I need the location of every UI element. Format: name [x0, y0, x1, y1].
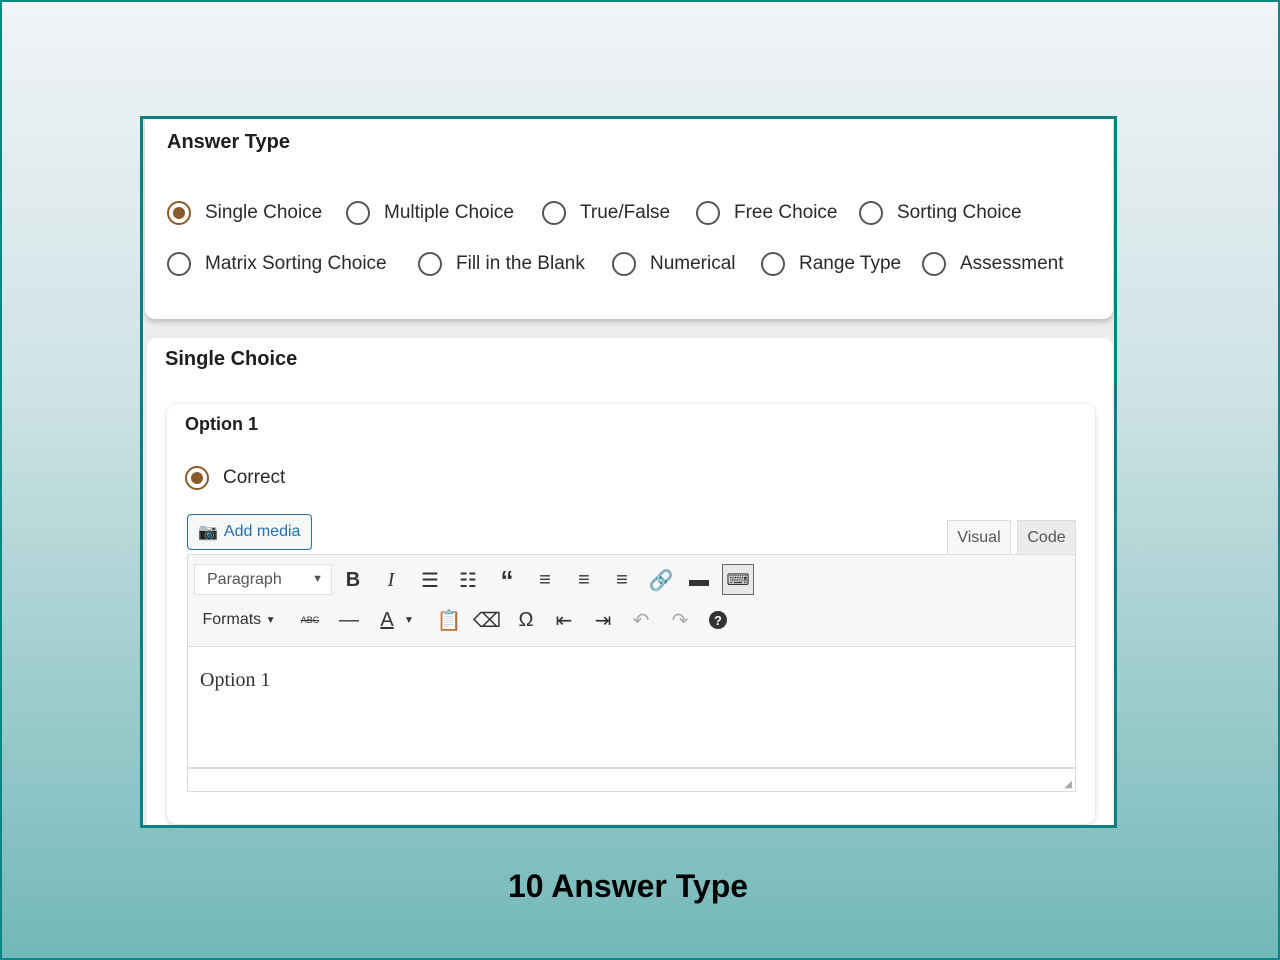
radio-fill-in-the-blank[interactable]: Fill in the Blank: [418, 252, 585, 276]
paste-text-icon[interactable]: 📋: [435, 606, 463, 634]
numbered-list-icon[interactable]: ☷: [454, 566, 482, 594]
horizontal-line-icon[interactable]: —: [335, 606, 363, 634]
radio-matrix-sorting-choice[interactable]: Matrix Sorting Choice: [167, 252, 387, 276]
editor-toolbar: Paragraph ▼ B I ☰ ☷ “ ≡ ≡ ≡ 🔗 ▬ ⌨ Formats…: [187, 554, 1076, 647]
radio-single-choice[interactable]: Single Choice: [167, 201, 322, 225]
option-card: Option 1 Correct 📷 Add media Visual Code …: [167, 404, 1095, 824]
correct-radio[interactable]: Correct: [185, 466, 285, 490]
option-title: Option 1: [185, 414, 258, 434]
formats-dropdown[interactable]: Formats ▼: [196, 606, 282, 634]
outdent-icon[interactable]: ⇤: [550, 606, 578, 634]
link-icon[interactable]: 🔗: [647, 566, 675, 594]
read-more-icon[interactable]: ▬: [685, 566, 713, 594]
radio-range-type[interactable]: Range Type: [761, 252, 901, 276]
italic-icon[interactable]: I: [377, 566, 405, 594]
radio-multiple-choice[interactable]: Multiple Choice: [346, 201, 514, 225]
paragraph-select[interactable]: Paragraph ▼: [194, 564, 332, 595]
answer-type-title: Answer Type: [167, 131, 290, 153]
bullet-list-icon[interactable]: ☰: [416, 566, 444, 594]
bold-icon[interactable]: B: [339, 566, 367, 594]
caption: 10 Answer Type: [507, 868, 749, 904]
single-choice-card: Single Choice Option 1 Correct 📷 Add medi…: [147, 338, 1113, 825]
radio-true-false[interactable]: True/False: [542, 201, 670, 225]
resize-handle-icon[interactable]: ◢: [1064, 779, 1072, 790]
text-color-icon[interactable]: A: [373, 606, 401, 634]
strikethrough-icon[interactable]: ABC: [296, 606, 324, 634]
align-center-icon[interactable]: ≡: [570, 566, 598, 594]
align-left-icon[interactable]: ≡: [531, 566, 559, 594]
media-icon: 📷: [198, 524, 218, 541]
align-right-icon[interactable]: ≡: [608, 566, 636, 594]
radio-selected-icon: [167, 201, 191, 225]
tab-visual[interactable]: Visual: [947, 520, 1011, 555]
tab-code[interactable]: Code: [1017, 520, 1076, 555]
clear-formatting-icon[interactable]: ⌫: [473, 606, 501, 634]
special-character-icon[interactable]: Ω: [512, 606, 540, 634]
indent-icon[interactable]: ⇥: [589, 606, 617, 634]
editor-statusbar: ◢: [187, 768, 1076, 792]
answer-type-card: Answer Type Single Choice Multiple Choic…: [145, 119, 1113, 319]
add-media-button[interactable]: 📷 Add media: [187, 514, 312, 550]
undo-icon[interactable]: ↶: [627, 606, 655, 634]
blockquote-icon[interactable]: “: [493, 565, 521, 595]
text-color-dropdown-icon[interactable]: ▼: [402, 606, 416, 634]
radio-free-choice[interactable]: Free Choice: [696, 201, 838, 225]
section-title: Single Choice: [165, 348, 298, 370]
help-icon[interactable]: ?: [704, 606, 732, 634]
radio-numerical[interactable]: Numerical: [612, 252, 736, 276]
editor-content[interactable]: Option 1: [187, 647, 1076, 768]
toolbar-toggle-icon[interactable]: ⌨: [722, 564, 754, 595]
answer-type-panel: Answer Type Single Choice Multiple Choic…: [140, 116, 1117, 828]
redo-icon[interactable]: ↷: [666, 606, 694, 634]
radio-sorting-choice[interactable]: Sorting Choice: [859, 201, 1022, 225]
radio-assessment[interactable]: Assessment: [922, 252, 1063, 276]
